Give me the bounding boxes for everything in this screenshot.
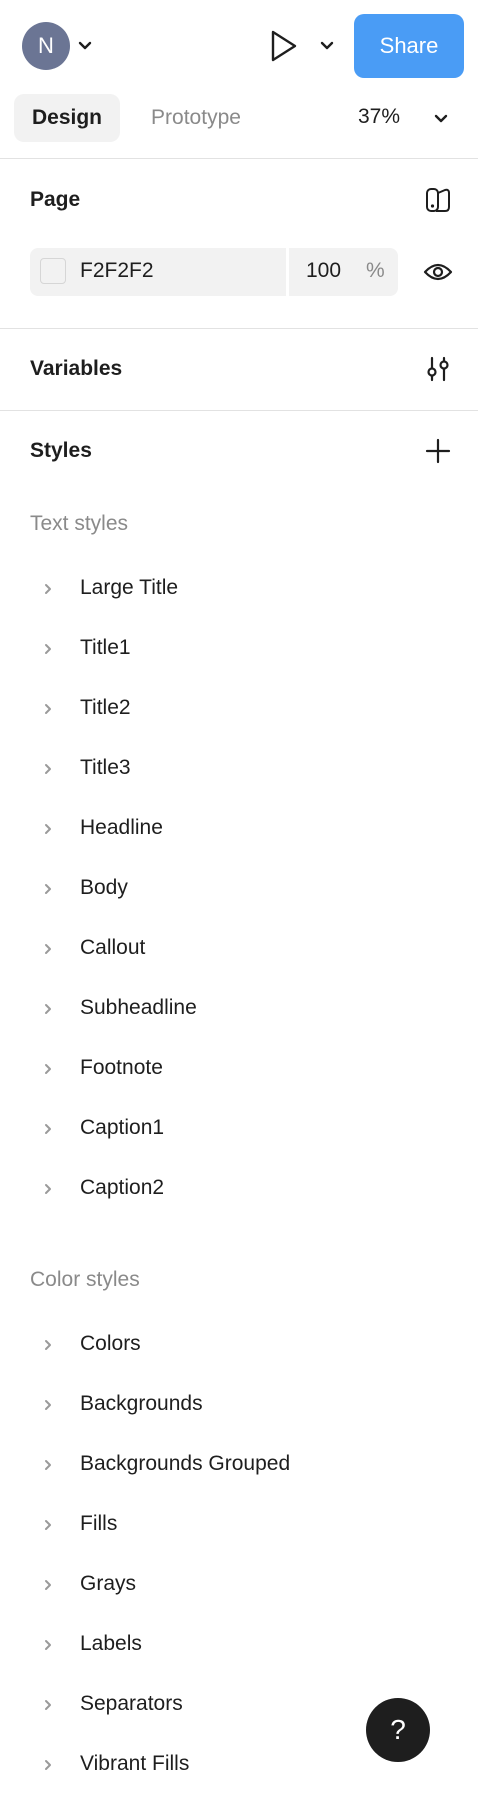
chevron-right-icon[interactable]: [40, 1177, 56, 1201]
style-item[interactable]: Backgrounds: [0, 1379, 478, 1431]
style-item[interactable]: Grays: [0, 1559, 478, 1611]
avatar[interactable]: N: [22, 22, 70, 70]
chevron-down-icon[interactable]: [432, 109, 450, 127]
chevron-right-icon[interactable]: [40, 1333, 56, 1357]
share-button[interactable]: Share: [354, 14, 464, 78]
style-item-label: Colors: [80, 1332, 141, 1355]
divider: [0, 328, 478, 329]
tab-prototype[interactable]: Prototype: [136, 94, 256, 142]
chevron-right-icon[interactable]: [40, 1693, 56, 1717]
chevron-right-icon[interactable]: [40, 1393, 56, 1417]
chevron-right-icon[interactable]: [40, 1573, 56, 1597]
chevron-right-icon[interactable]: [40, 1453, 56, 1477]
style-item-label: Grays: [80, 1572, 137, 1595]
style-item-label: Headline: [80, 816, 163, 839]
help-label: ?: [390, 1714, 406, 1745]
style-item[interactable]: Footnote: [0, 1043, 478, 1095]
opacity-value[interactable]: 100: [306, 259, 341, 283]
play-icon[interactable]: [264, 28, 300, 64]
chevron-right-icon[interactable]: [40, 637, 56, 661]
variables-section-title[interactable]: Variables: [30, 357, 122, 381]
style-item[interactable]: Headline: [0, 803, 478, 855]
top-bar: N Share: [0, 0, 478, 92]
text-styles-label: Text styles: [30, 512, 129, 535]
style-item[interactable]: Subheadline: [0, 983, 478, 1035]
style-item[interactable]: Body: [0, 863, 478, 915]
style-item[interactable]: Fills: [0, 1499, 478, 1551]
style-item-label: Vibrant Fills: [80, 1752, 190, 1775]
chevron-right-icon[interactable]: [40, 577, 56, 601]
sliders-icon[interactable]: [422, 353, 454, 385]
style-item[interactable]: Colors: [0, 1319, 478, 1371]
style-item[interactable]: Caption2: [0, 1163, 478, 1215]
style-item[interactable]: Title2: [0, 683, 478, 735]
style-item-label: Title2: [80, 696, 131, 719]
chevron-down-icon[interactable]: [318, 36, 336, 54]
style-item[interactable]: Callout: [0, 923, 478, 975]
tab-design[interactable]: Design: [14, 94, 120, 142]
divider: [0, 158, 478, 159]
style-item-label: Fills: [80, 1512, 118, 1535]
help-button[interactable]: ?: [366, 1698, 430, 1762]
color-styles-label: Color styles: [30, 1268, 140, 1291]
style-item[interactable]: Title3: [0, 743, 478, 795]
eye-icon[interactable]: [422, 256, 454, 288]
plus-icon[interactable]: [422, 435, 454, 467]
chevron-right-icon[interactable]: [40, 877, 56, 901]
style-item-label: Caption1: [80, 1116, 165, 1139]
field-separator: [286, 248, 289, 296]
chevron-down-icon[interactable]: [76, 36, 94, 54]
chevron-right-icon[interactable]: [40, 1057, 56, 1081]
style-item[interactable]: Title1: [0, 623, 478, 675]
panel-tabs: Design Prototype 37%: [0, 92, 478, 150]
style-item-label: Callout: [80, 936, 146, 959]
opacity-unit: %: [366, 259, 385, 282]
style-item-label: Backgrounds: [80, 1392, 203, 1415]
color-swatch[interactable]: [40, 258, 66, 284]
style-item-label: Caption2: [80, 1176, 165, 1199]
style-item[interactable]: Backgrounds Grouped: [0, 1439, 478, 1491]
divider: [0, 410, 478, 411]
avatar-initial: N: [38, 33, 54, 58]
style-item-label: Footnote: [80, 1056, 163, 1079]
style-item[interactable]: Labels: [0, 1619, 478, 1671]
page-section-title: Page: [30, 188, 81, 211]
chevron-right-icon[interactable]: [40, 937, 56, 961]
chevron-right-icon[interactable]: [40, 1753, 56, 1777]
styles-section-title: Styles: [30, 439, 92, 462]
style-item-label: Separators: [80, 1692, 183, 1715]
style-item-label: Body: [80, 876, 128, 899]
chevron-right-icon[interactable]: [40, 697, 56, 721]
style-item-label: Large Title: [80, 576, 179, 599]
library-icon[interactable]: [422, 184, 454, 216]
style-item-label: Subheadline: [80, 996, 197, 1019]
style-item-label: Title1: [80, 636, 131, 659]
chevron-right-icon[interactable]: [40, 817, 56, 841]
chevron-right-icon[interactable]: [40, 997, 56, 1021]
style-item[interactable]: Large Title: [0, 563, 478, 615]
hex-value[interactable]: F2F2F2: [80, 259, 154, 283]
style-item-label: Title3: [80, 756, 131, 779]
page-background-field[interactable]: F2F2F2 100 %: [30, 248, 398, 296]
style-item[interactable]: Caption1: [0, 1103, 478, 1155]
chevron-right-icon[interactable]: [40, 1117, 56, 1141]
chevron-right-icon[interactable]: [40, 757, 56, 781]
zoom-level[interactable]: 37%: [358, 105, 400, 129]
chevron-right-icon[interactable]: [40, 1513, 56, 1537]
chevron-right-icon[interactable]: [40, 1633, 56, 1657]
style-item-label: Labels: [80, 1632, 142, 1655]
style-item-label: Backgrounds Grouped: [80, 1452, 291, 1475]
